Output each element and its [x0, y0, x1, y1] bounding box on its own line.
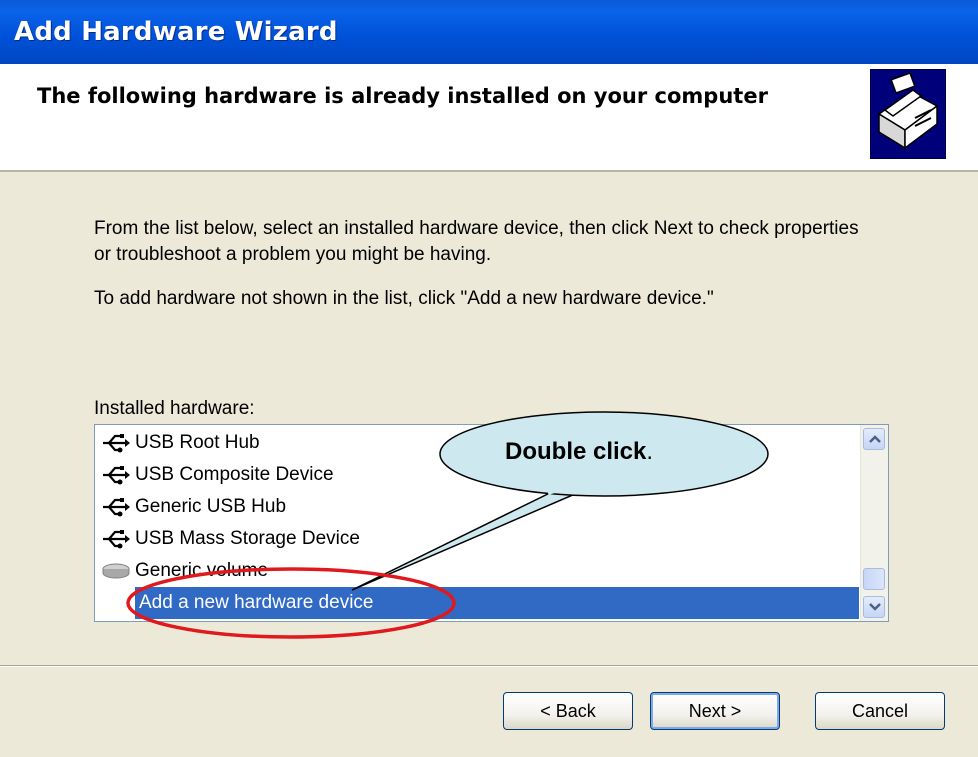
installed-hardware-list[interactable]: USB Root Hub USB Composite Device Generi…	[94, 424, 889, 622]
wizard-header: The following hardware is already instal…	[0, 64, 978, 172]
list-item-label: Add a new hardware device	[139, 592, 374, 613]
list-item[interactable]: USB Composite Device	[101, 459, 334, 491]
next-button[interactable]: Next >	[650, 692, 780, 730]
add-hardware-wizard-window: Add Hardware Wizard The following hardwa…	[0, 0, 978, 757]
list-item[interactable]: USB Mass Storage Device	[101, 523, 360, 555]
instruction-text: From the list below, select an installed…	[94, 218, 859, 265]
list-item[interactable]: Generic volume	[101, 555, 268, 587]
scroll-up-button[interactable]	[863, 428, 885, 450]
usb-icon	[101, 432, 131, 454]
back-button[interactable]: < Back	[503, 692, 633, 730]
list-item-label: USB Mass Storage Device	[135, 528, 360, 549]
footer-divider	[0, 665, 978, 667]
installed-hardware-label: Installed hardware:	[94, 398, 255, 419]
title-bar[interactable]: Add Hardware Wizard	[0, 0, 978, 64]
scroll-down-button[interactable]	[863, 596, 885, 618]
chevron-down-icon	[869, 603, 881, 611]
window-title: Add Hardware Wizard	[14, 17, 338, 47]
add-hint-text: To add hardware not shown in the list, c…	[94, 288, 714, 309]
drive-icon	[101, 560, 131, 582]
callout-text: Double click.	[505, 438, 653, 466]
list-item[interactable]: Generic USB Hub	[101, 491, 286, 523]
scroll-thumb[interactable]	[863, 568, 885, 590]
hardware-wizard-icon	[870, 69, 946, 159]
usb-icon	[101, 528, 131, 550]
list-item-label: USB Root Hub	[135, 432, 260, 453]
wizard-content: From the list below, select an installed…	[0, 172, 978, 672]
chevron-up-icon	[869, 435, 881, 443]
page-heading: The following hardware is already instal…	[37, 84, 768, 108]
list-item-label: USB Composite Device	[135, 464, 334, 485]
list-item-label: Generic volume	[135, 560, 269, 581]
list-item-label: Generic USB Hub	[135, 496, 287, 517]
list-item-selected[interactable]: Add a new hardware device	[135, 587, 859, 619]
vertical-scrollbar[interactable]	[860, 425, 888, 621]
callout-bold: Double click	[505, 438, 647, 465]
usb-icon	[101, 464, 131, 486]
cancel-button[interactable]: Cancel	[815, 692, 945, 730]
list-item[interactable]: USB Root Hub	[101, 427, 260, 459]
usb-icon	[101, 496, 131, 518]
callout-tail: .	[646, 438, 654, 465]
